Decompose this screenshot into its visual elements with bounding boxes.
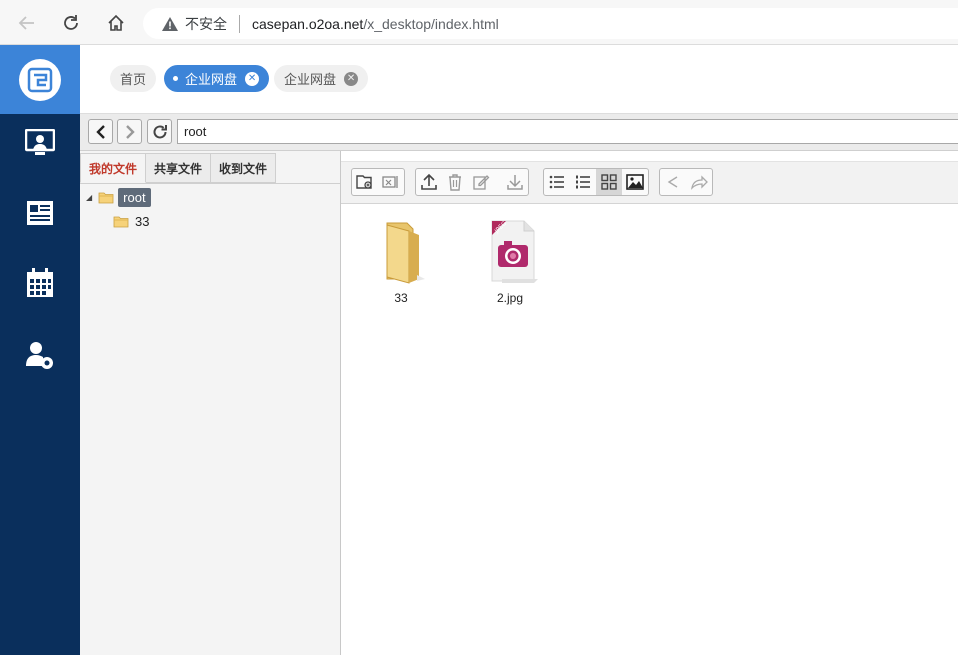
url-host: casepan.o2oa.net	[252, 15, 364, 32]
new-folder-icon	[356, 175, 372, 189]
file-name-folder: 33	[394, 291, 408, 305]
toolbar-group-view	[543, 168, 649, 196]
tree-root-label: root	[118, 187, 151, 207]
insecure-label: 不安全	[185, 15, 227, 32]
user-settings-icon[interactable]	[24, 339, 56, 371]
trash-icon	[449, 174, 461, 191]
chevron-left-icon	[95, 124, 105, 139]
address-bar[interactable]: 不安全 casepan.o2oa.net /x_desktop/index.ht…	[143, 8, 958, 39]
tab-home-label: 首页	[120, 72, 147, 87]
home-button[interactable]	[101, 8, 131, 38]
toolbar-group-folder	[351, 168, 405, 196]
upload-button[interactable]	[416, 169, 442, 195]
app-sidebar	[0, 45, 80, 655]
download-button[interactable]	[502, 169, 528, 195]
toolbar-group-share	[659, 168, 713, 196]
tab-shared-files[interactable]: 共享文件	[146, 153, 212, 183]
toolbar-group-edit	[415, 168, 529, 196]
url-separator	[239, 14, 240, 33]
tree-node-33[interactable]: 33	[113, 210, 149, 232]
tree-node-root[interactable]: ◢ root	[86, 186, 151, 208]
file-item-folder[interactable]: 33	[361, 217, 441, 305]
share-icon	[667, 176, 678, 188]
forward-button[interactable]	[686, 169, 712, 195]
list-view-button[interactable]	[544, 169, 570, 195]
tree-body: ◢ root 33	[80, 183, 340, 229]
edit-button[interactable]	[468, 169, 494, 195]
tab-enterprise-disk-active[interactable]: 企业网盘 ✕	[164, 65, 270, 92]
app-tab-bar: 首页 企业网盘 ✕ 企业网盘 ✕	[80, 45, 958, 114]
tab-received-files[interactable]: 收到文件	[211, 153, 277, 183]
image-icon	[626, 174, 644, 190]
path-forward-button[interactable]	[117, 119, 142, 144]
file-name-jpg: 2.jpg	[496, 291, 524, 305]
calendar-icon[interactable]	[24, 267, 56, 299]
reload-icon	[64, 15, 78, 30]
chevron-right-icon	[125, 124, 135, 139]
tab-other-label: 企业网盘	[284, 72, 337, 87]
refresh-icon	[153, 124, 167, 138]
home-icon	[108, 14, 124, 31]
app-logo[interactable]	[0, 45, 80, 114]
tab-enterprise-disk[interactable]: 企业网盘 ✕	[274, 65, 369, 92]
warning-icon	[162, 16, 178, 31]
edit-icon	[473, 175, 490, 190]
file-toolbar	[341, 161, 958, 204]
tree-child-label: 33	[135, 213, 150, 229]
close-icon[interactable]: ✕	[245, 71, 260, 86]
tab-home[interactable]: 首页	[110, 65, 157, 92]
expand-triangle-icon[interactable]: ◢	[86, 193, 92, 202]
icon-view-button[interactable]	[596, 169, 622, 195]
grid-icon	[601, 174, 617, 190]
new-folder-button[interactable]	[352, 169, 378, 195]
logo-icon	[19, 58, 61, 101]
monitor-user-icon[interactable]	[24, 127, 56, 159]
folder-open-icon	[98, 192, 114, 203]
thumbnail-view-button[interactable]	[622, 169, 648, 195]
news-icon[interactable]	[24, 197, 56, 229]
folder-edit-icon	[382, 176, 398, 188]
file-content-area: 33 JPEG 2.jpg	[341, 151, 958, 655]
browser-toolbar: 不安全 casepan.o2oa.net /x_desktop/index.ht…	[0, 0, 958, 45]
back-button[interactable]	[12, 8, 42, 38]
share-button[interactable]	[660, 169, 686, 195]
path-value: root	[184, 124, 207, 139]
numbered-list-icon	[576, 175, 590, 189]
tab-active-label: 企业网盘	[185, 72, 238, 87]
upload-icon	[421, 173, 437, 190]
folder-tree-panel: 我的文件 共享文件 收到文件 ◢ root 33	[80, 151, 341, 655]
rename-folder-button[interactable]	[378, 169, 404, 195]
path-back-button[interactable]	[88, 119, 113, 144]
path-input[interactable]: root	[177, 119, 958, 144]
folder-large-icon	[361, 217, 441, 285]
forward-icon	[691, 175, 708, 190]
file-item-jpg[interactable]: JPEG 2.jpg	[470, 217, 550, 305]
tab-my-files[interactable]: 我的文件	[80, 153, 147, 183]
list-icon	[549, 175, 564, 189]
arrow-left-icon	[18, 16, 34, 30]
reload-button[interactable]	[56, 8, 86, 38]
folder-icon	[113, 216, 129, 227]
download-icon	[507, 175, 523, 190]
url-path: /x_desktop/index.html	[363, 15, 499, 32]
path-refresh-button[interactable]	[147, 119, 172, 144]
jpeg-file-icon: JPEG	[470, 217, 550, 285]
active-dot-icon	[173, 76, 178, 81]
path-toolbar: root	[80, 114, 958, 151]
detail-view-button[interactable]	[570, 169, 596, 195]
tree-tabs: 我的文件 共享文件 收到文件	[80, 153, 277, 183]
close-icon[interactable]: ✕	[344, 71, 359, 86]
delete-button[interactable]	[442, 169, 468, 195]
